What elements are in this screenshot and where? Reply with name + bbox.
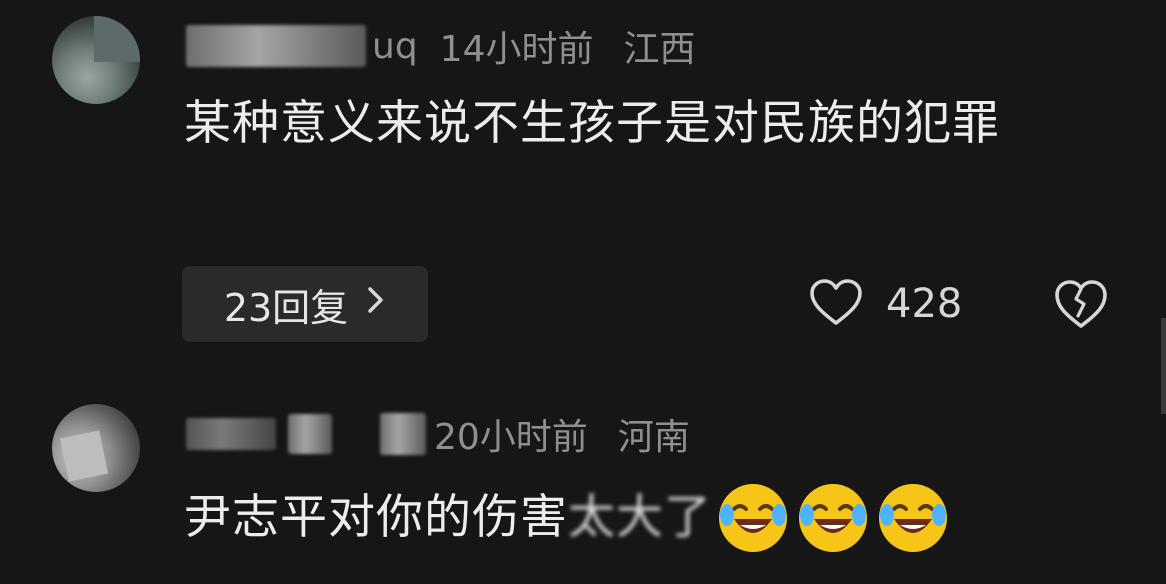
chevron-right-icon bbox=[366, 284, 386, 324]
laughing-tears-emoji bbox=[714, 479, 792, 557]
heart-outline-icon bbox=[808, 277, 864, 331]
laughing-tears-emoji bbox=[874, 479, 952, 557]
comment-time: 20小时前 bbox=[434, 417, 588, 458]
comment-item: 20小时前 河南 尹志平对你的伤害 太大了 bbox=[0, 390, 1166, 568]
replies-button[interactable]: 23回复 bbox=[182, 266, 428, 342]
username-blurred[interactable] bbox=[380, 413, 426, 455]
like-count: 428 bbox=[886, 281, 963, 327]
comment-text: 某种意义来说不生孩子是对民族的犯罪 bbox=[184, 96, 1000, 151]
broken-heart-icon bbox=[1052, 280, 1110, 336]
comment-location: 河南 bbox=[617, 417, 690, 458]
avatar[interactable] bbox=[52, 16, 140, 104]
like-button[interactable]: 428 bbox=[808, 274, 962, 334]
comment-text-blurred: 太大了 bbox=[568, 490, 712, 545]
comment-location: 江西 bbox=[623, 29, 696, 70]
avatar[interactable] bbox=[52, 404, 140, 492]
laughing-tears-emoji bbox=[794, 479, 872, 557]
username[interactable]: uq bbox=[372, 26, 418, 67]
username-blurred[interactable] bbox=[186, 25, 366, 67]
comment-item: uq 14小时前 江西 某种意义来说不生孩子是对民族的犯罪 23回复 428 bbox=[0, 0, 1166, 360]
username-blurred[interactable] bbox=[186, 418, 276, 450]
scrollbar[interactable] bbox=[1161, 318, 1166, 414]
comment-time: 14小时前 bbox=[439, 29, 594, 70]
username-blurred[interactable] bbox=[288, 414, 332, 454]
comment-meta: uq 14小时前 江西 bbox=[186, 18, 696, 74]
comment-text: 尹志平对你的伤害 太大了 bbox=[184, 476, 1134, 560]
replies-label: 23回复 bbox=[223, 285, 349, 330]
dislike-button[interactable] bbox=[1052, 276, 1110, 332]
comment-meta: 20小时前 河南 bbox=[186, 406, 690, 462]
comment-text-main: 尹志平对你的伤害 bbox=[184, 490, 568, 545]
